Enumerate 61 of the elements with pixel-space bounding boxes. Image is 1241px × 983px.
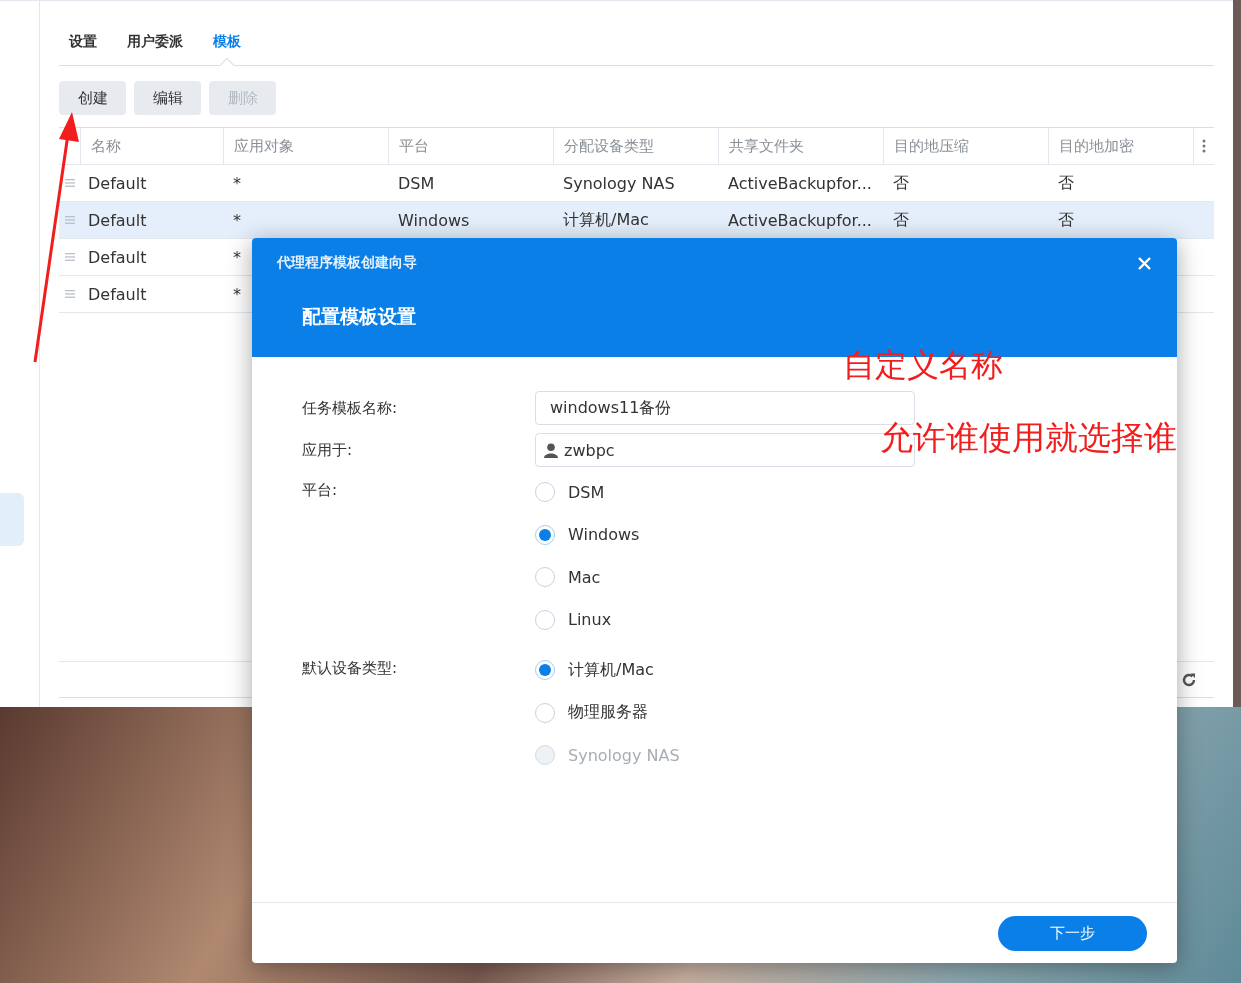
table-cell: 否 [893, 172, 909, 194]
user-icon [544, 442, 558, 458]
radio-button[interactable] [535, 702, 555, 723]
table-cell: Default [88, 210, 147, 230]
table-cell: 否 [1058, 172, 1074, 194]
drag-handle-icon[interactable] [64, 290, 75, 298]
table-cell: Windows [398, 210, 470, 230]
column-header[interactable]: 应用对象 [223, 128, 388, 164]
refresh-icon[interactable] [1181, 671, 1197, 688]
table-cell: 否 [1058, 209, 1074, 231]
toolbar-button[interactable]: 创建 [59, 81, 126, 115]
table-cell: * [233, 247, 241, 267]
toolbar-button[interactable]: 编辑 [134, 81, 201, 115]
table-cell: Default [88, 284, 147, 304]
drag-handle-icon[interactable] [64, 253, 75, 261]
dialog-subtitle: 配置模板设置 [302, 304, 416, 329]
column-header[interactable]: 平台 [388, 128, 553, 164]
column-header[interactable]: 目的地加密 [1048, 128, 1193, 164]
table-cell: 否 [893, 209, 909, 231]
tab[interactable]: 设置 [59, 25, 107, 65]
column-header[interactable]: 目的地压缩 [883, 128, 1048, 164]
table-cell: DSM [398, 173, 435, 193]
column-header[interactable]: 名称 [80, 128, 223, 164]
radio-label: Mac [568, 567, 601, 587]
field-label: 任务模板名称: [302, 398, 399, 418]
next-button[interactable]: 下一步 [998, 915, 1147, 951]
radio-label: Windows [568, 525, 640, 545]
column-header[interactable]: 分配设备类型 [553, 128, 718, 164]
field-label: 平台: [302, 480, 339, 501]
radio-label: DSM [568, 482, 605, 502]
radio-button[interactable] [535, 482, 555, 503]
table-row[interactable]: Default * Windows 计算机/Mac ActiveBackupfor... 否 否 [59, 202, 1214, 239]
tab[interactable]: 用户委派 [117, 25, 193, 65]
drag-handle-icon[interactable] [64, 179, 75, 187]
radio-label: 物理服务器 [568, 702, 648, 724]
drag-handle-icon[interactable] [64, 216, 75, 224]
tab[interactable]: 模板 [203, 25, 251, 65]
table-cell: Synology NAS [563, 173, 675, 193]
sidebar-item[interactable] [0, 493, 24, 546]
table-cell: 计算机/Mac [563, 209, 649, 231]
radio-button[interactable] [535, 567, 555, 588]
table-cell: * [233, 284, 241, 304]
radio-label: Synology NAS [568, 745, 680, 765]
radio-label: Linux [568, 610, 612, 630]
column-header[interactable]: 共享文件夹 [718, 128, 883, 164]
more-icon[interactable] [1202, 139, 1206, 153]
table-cell: * [233, 173, 241, 193]
field-label: 默认设备类型: [302, 658, 399, 679]
field-label: 应用于: [302, 440, 354, 460]
radio-button[interactable] [535, 524, 555, 545]
dialog-title: 代理程序模板创建向导 [277, 254, 417, 272]
radio-button[interactable] [535, 660, 555, 681]
table-cell: Default [88, 247, 147, 267]
close-icon[interactable] [1138, 256, 1151, 270]
radio-button[interactable] [535, 609, 555, 630]
table-cell: * [233, 210, 241, 230]
annotation-text: 自定义名称 [843, 345, 1003, 385]
table-cell: Default [88, 173, 147, 193]
table-cell: ActiveBackupfor... [728, 210, 872, 230]
radio-label: 计算机/Mac [568, 659, 654, 681]
table-cell: ActiveBackupfor... [728, 173, 872, 193]
